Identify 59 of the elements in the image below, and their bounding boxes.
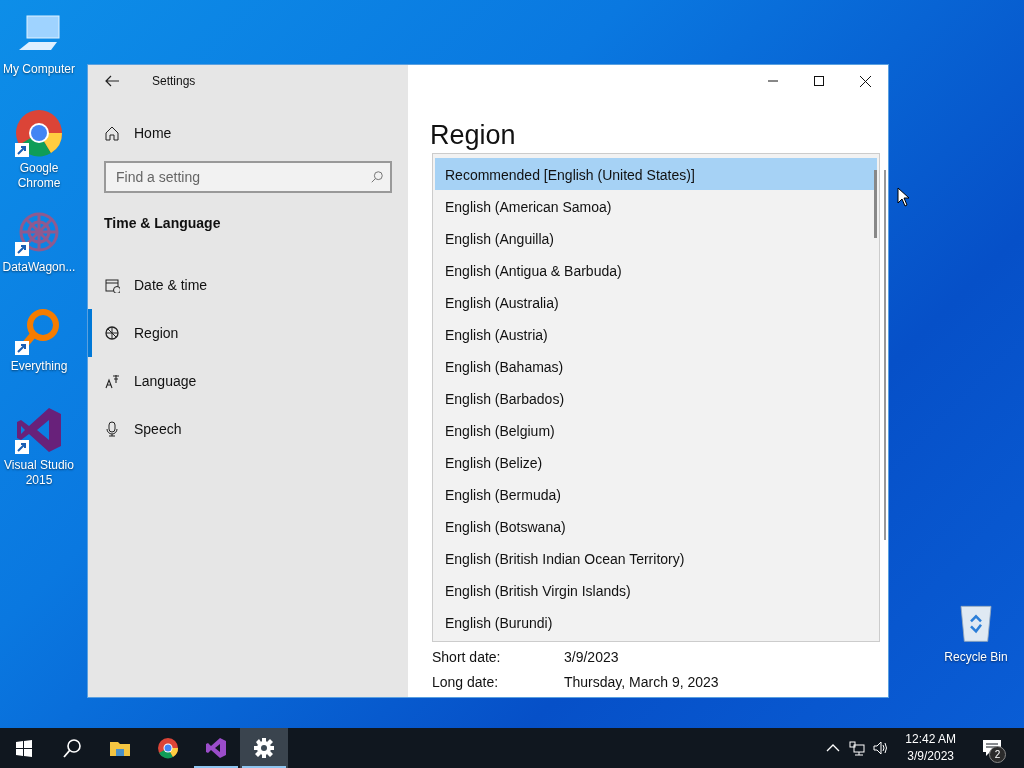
- desktop-icon-label[interactable]: Visual Studio 2015: [0, 458, 78, 488]
- dropdown-option[interactable]: English (Anguilla): [435, 222, 877, 254]
- close-icon: [859, 75, 871, 87]
- dropdown-option[interactable]: Recommended [English (United States)]: [435, 158, 877, 190]
- dropdown-option[interactable]: English (British Indian Ocean Territory): [435, 542, 877, 574]
- field-value: Thursday, March 9, 2023: [564, 673, 719, 690]
- app-icon[interactable]: [15, 109, 63, 157]
- network-icon[interactable]: [849, 740, 866, 756]
- nav-item[interactable]: Speech: [88, 405, 408, 453]
- section-heading: Time & Language: [104, 215, 221, 231]
- clock[interactable]: 12:42 AM 3/9/2023: [897, 731, 964, 765]
- maximize-icon: [814, 76, 824, 86]
- desktop-icon-label[interactable]: Recycle Bin: [944, 650, 1008, 665]
- desktop-icon-label[interactable]: DataWagon...: [2, 260, 76, 275]
- search-icon: [61, 737, 83, 759]
- dropdown-option[interactable]: English (Burundi): [435, 606, 877, 638]
- cursor-icon: [897, 187, 910, 207]
- nav-item[interactable]: Language: [88, 357, 408, 405]
- dropdown-option[interactable]: English (Barbados): [435, 382, 877, 414]
- field-label: Long date:: [432, 673, 500, 690]
- desktop-icon-label[interactable]: My Computer: [3, 62, 75, 77]
- dropdown-option[interactable]: English (British Virgin Islands): [435, 574, 877, 606]
- search-field[interactable]: Find a setting: [104, 161, 392, 193]
- scrollbar[interactable]: [874, 170, 877, 238]
- dropdown-option[interactable]: English (Belgium): [435, 414, 877, 446]
- dropdown-option[interactable]: English (Bahamas): [435, 350, 877, 382]
- dropdown-option[interactable]: English (Austria): [435, 318, 877, 350]
- dropdown-option[interactable]: English (American Samoa): [435, 190, 877, 222]
- dropdown-option[interactable]: English (Bermuda): [435, 478, 877, 510]
- notification-count: 2: [989, 746, 1006, 763]
- window-title: Settings: [152, 74, 196, 88]
- microphone-icon: [104, 421, 120, 437]
- volume-icon[interactable]: [873, 740, 890, 756]
- page-title: Region: [430, 120, 516, 151]
- language-icon: [104, 373, 120, 389]
- home-link[interactable]: Home: [104, 121, 172, 145]
- scrollbar[interactable]: [884, 170, 886, 540]
- nav-item[interactable]: Date & time: [88, 261, 408, 309]
- back-arrow-icon: [104, 73, 120, 89]
- windows-logo-icon: [13, 737, 35, 759]
- search-icon: [370, 170, 384, 184]
- back-button[interactable]: [104, 73, 120, 89]
- calendar-icon: [104, 277, 120, 293]
- gear-icon: [253, 737, 275, 759]
- dropdown-option[interactable]: English (Australia): [435, 286, 877, 318]
- field-value: 3/9/2023: [564, 648, 619, 665]
- dropdown-option[interactable]: English (Antigua & Barbuda): [435, 254, 877, 286]
- desktop-icon-label[interactable]: Google Chrome: [0, 161, 78, 191]
- browser-icon: [157, 737, 179, 759]
- home-icon: [104, 125, 120, 141]
- app-icon: [205, 737, 227, 759]
- taskbar-app[interactable]: [240, 728, 288, 768]
- app-icon[interactable]: [15, 406, 63, 454]
- desktop-icon-label[interactable]: Everything: [10, 359, 68, 374]
- notification-button[interactable]: 2: [972, 728, 1012, 768]
- globe-icon: [104, 325, 120, 341]
- dropdown-option[interactable]: English (Botswana): [435, 510, 877, 542]
- field-label: Short date:: [432, 648, 502, 665]
- dropdown-option[interactable]: English (Belize): [435, 446, 877, 478]
